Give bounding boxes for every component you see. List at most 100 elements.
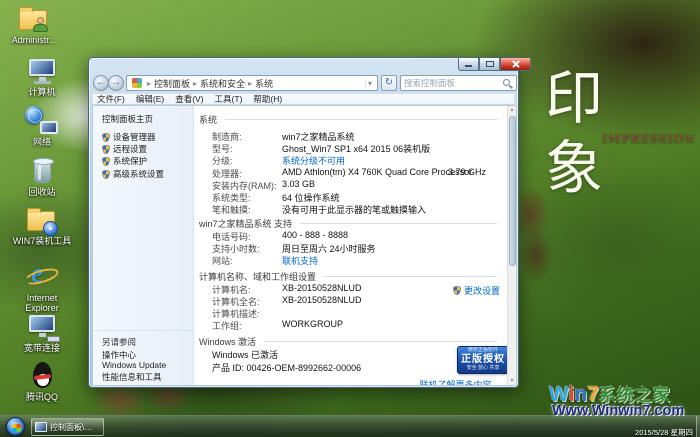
- row-system-type: 系统类型:64 位操作系统: [212, 191, 497, 203]
- desktop-icon-broadband[interactable]: 宽带连接: [10, 311, 74, 353]
- badge-line2: 正版授权: [458, 354, 507, 365]
- badge-line1: 微软正版软件: [458, 347, 507, 354]
- icon-label: 腾讯QQ: [10, 392, 74, 402]
- row-phone: 电话号码:400 - 888 - 8888: [212, 230, 497, 242]
- caption-buttons: [458, 58, 531, 71]
- user-folder-icon: [16, 3, 52, 35]
- uac-shield-icon: [102, 145, 110, 154]
- breadcrumb-system[interactable]: 系统: [255, 77, 273, 90]
- wallpaper-subtitle: IMPRESSION: [602, 132, 696, 145]
- sidebar-item-home[interactable]: 控制面板主页: [102, 113, 153, 125]
- icon-label: 网络: [10, 137, 74, 147]
- row-description: 计算机描述:: [212, 307, 497, 319]
- back-button[interactable]: ←: [93, 75, 109, 91]
- broadband-icon: [24, 311, 60, 343]
- taskbar-window-button[interactable]: 控制面板\系统和...: [31, 418, 104, 436]
- address-bar[interactable]: ▸ 控制面板 ▸ 系统和安全 ▸ 系统 ▾: [126, 75, 378, 91]
- system-window: ← → ▸ 控制面板 ▸ 系统和安全 ▸ 系统 ▾ ↻ 文件(F) 编辑(E) …: [88, 57, 519, 388]
- sidebar-item-windows-update[interactable]: Windows Update: [102, 360, 166, 370]
- task-sidebar: 控制面板主页 设备管理器 远程设置 系统保护 高级系统设置 另请参阅 操作中心 …: [93, 106, 194, 385]
- row-full-name: 计算机全名:XB-20150528NLUD: [212, 295, 497, 307]
- desktop-icon-qq[interactable]: 腾讯QQ: [10, 360, 74, 402]
- desktop-icon-recycle-bin[interactable]: 回收站: [10, 155, 74, 197]
- icon-label: 计算机: [10, 87, 74, 97]
- navigation-bar: ← → ▸ 控制面板 ▸ 系统和安全 ▸ 系统 ▾ ↻: [93, 75, 514, 91]
- scroll-up-icon[interactable]: ▲: [508, 107, 516, 113]
- scrollbar-thumb[interactable]: [509, 116, 516, 266]
- online-support-link[interactable]: 联机支持: [282, 254, 318, 266]
- sidebar-item-label: 高级系统设置: [113, 168, 164, 180]
- back-icon: ←: [96, 77, 106, 88]
- search-icon: [503, 79, 510, 86]
- sidebar-item-advanced-settings[interactable]: 高级系统设置: [102, 168, 164, 180]
- system-info-pane: 系统 制造商:win7之家精品系统 型号:Ghost_Win7 SP1 x64 …: [194, 106, 507, 385]
- scroll-down-icon[interactable]: ▼: [508, 378, 516, 384]
- internet-explorer-icon: e: [24, 261, 60, 293]
- sidebar-item-label: 设备管理器: [113, 131, 156, 143]
- row-pen-touch: 笔和触摸:没有可用于此显示器的笔或触摸输入: [212, 203, 497, 215]
- row-product-id: 产品 ID: 00426-OEM-8992662-00006: [212, 361, 497, 373]
- control-panel-icon: [132, 78, 142, 88]
- window-content: 控制面板主页 设备管理器 远程设置 系统保护 高级系统设置 另请参阅 操作中心 …: [92, 105, 517, 386]
- row-model: 型号:Ghost_Win7 SP1 x64 2015 06装机版: [212, 142, 497, 154]
- uac-shield-icon: [453, 286, 461, 295]
- sidebar-item-remote-settings[interactable]: 远程设置: [102, 143, 147, 155]
- breadcrumb-control-panel[interactable]: 控制面板: [154, 77, 190, 90]
- wallpaper-title-char: 象: [543, 138, 605, 198]
- icon-label: Administr...: [2, 35, 66, 45]
- vertical-scrollbar[interactable]: ▲ ▼: [507, 106, 516, 385]
- desktop-icon-network[interactable]: 网络: [10, 105, 74, 147]
- desktop-icon-internet-explorer[interactable]: e Internet Explorer: [10, 261, 74, 313]
- desktop-icon-administrator[interactable]: Administr...: [2, 3, 66, 45]
- recycle-bin-icon: [24, 155, 60, 187]
- forward-button[interactable]: →: [108, 75, 124, 91]
- winwin7-url-watermark: Www.Winwin7.com: [552, 403, 684, 419]
- windows-flag-icon: [12, 423, 21, 432]
- sidebar-item-system-protection[interactable]: 系统保护: [102, 155, 147, 167]
- taskbar-clock-date[interactable]: 2015/5/28 星期四: [635, 427, 693, 437]
- menu-file[interactable]: 文件(F): [97, 93, 125, 105]
- sidebar-item-performance[interactable]: 性能信息和工具: [102, 371, 162, 383]
- breadcrumb-system-security[interactable]: 系统和安全: [200, 77, 245, 90]
- icon-label: 宽带连接: [10, 343, 74, 353]
- processor-speed: 3.79 GHz: [448, 167, 486, 177]
- genuine-badge[interactable]: 微软正版软件 正版授权 安全 放心 共享: [457, 346, 507, 374]
- qq-penguin-icon: [24, 360, 60, 392]
- menu-tools[interactable]: 工具(T): [215, 93, 243, 105]
- desktop-icon-computer[interactable]: 计算机: [10, 55, 74, 97]
- rating-link[interactable]: 系统分级不可用: [282, 154, 345, 166]
- desktop: 印 象 IMPRESSION Administr... 计算机 网络 回收站 W…: [0, 0, 700, 437]
- menu-edit[interactable]: 编辑(E): [136, 93, 164, 105]
- tools-folder-icon: [24, 204, 60, 236]
- uac-shield-icon: [102, 157, 110, 166]
- sidebar-item-label: 控制面板主页: [102, 113, 153, 125]
- desktop-icon-win7-tools[interactable]: WIN7装机工具: [10, 204, 74, 246]
- sidebar-item-label: 性能信息和工具: [102, 371, 162, 383]
- maximize-button[interactable]: [479, 58, 500, 71]
- chevron-right-icon: ▸: [248, 79, 252, 88]
- section-title-computer-name: 计算机名称、域和工作组设置: [199, 270, 497, 282]
- menu-help[interactable]: 帮助(H): [253, 93, 282, 105]
- close-button[interactable]: [500, 58, 531, 71]
- section-title-system: 系统: [199, 113, 497, 125]
- menu-bar: 文件(F) 编辑(E) 查看(V) 工具(T) 帮助(H): [92, 93, 515, 105]
- network-icon: [24, 105, 60, 137]
- sidebar-item-device-manager[interactable]: 设备管理器: [102, 131, 156, 143]
- icon-label: 回收站: [10, 187, 74, 197]
- menu-view[interactable]: 查看(V): [175, 93, 203, 105]
- sidebar-item-label: 系统保护: [113, 155, 147, 167]
- icon-label: WIN7装机工具: [10, 236, 74, 246]
- row-workgroup: 工作组:WORKGROUP: [212, 319, 497, 331]
- refresh-button[interactable]: ↻: [381, 75, 397, 91]
- row-rating: 分级:系统分级不可用: [212, 154, 497, 166]
- taskbar-button-label: 控制面板\系统和...: [50, 422, 100, 433]
- show-desktop-button[interactable]: [696, 416, 700, 437]
- address-dropdown-icon[interactable]: ▾: [365, 79, 374, 88]
- search-input[interactable]: [404, 77, 499, 89]
- start-button[interactable]: [6, 417, 25, 436]
- minimize-button[interactable]: [458, 58, 479, 71]
- sidebar-item-label: Windows Update: [102, 360, 166, 370]
- learn-more-link[interactable]: 联机了解更多内容...: [419, 378, 499, 385]
- chevron-right-icon: ▸: [147, 79, 151, 88]
- computer-icon: [24, 55, 60, 87]
